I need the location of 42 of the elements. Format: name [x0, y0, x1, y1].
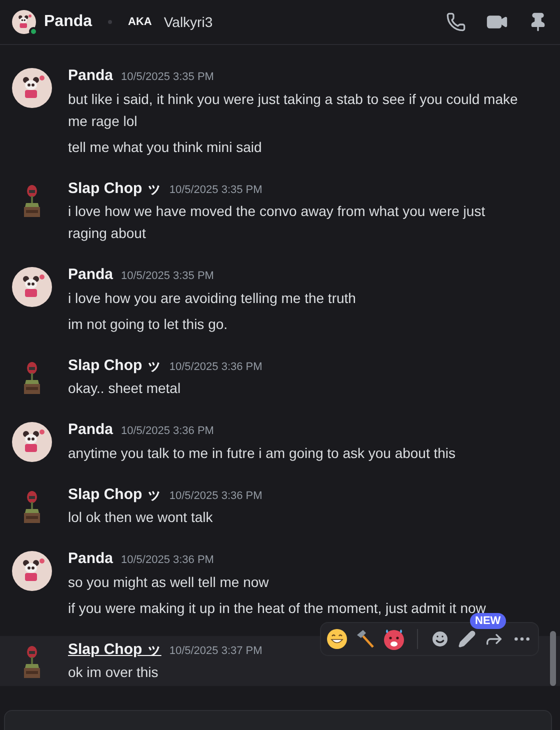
message-timestamp: 10/5/2025 3:37 PM [169, 644, 262, 658]
hammer-icon[interactable] [355, 629, 375, 649]
message-text: okay.. sheet metal [68, 379, 182, 398]
scrollbar-thumb[interactable] [550, 631, 556, 686]
panda-avatar[interactable] [12, 551, 52, 591]
panda-avatar[interactable] [12, 10, 36, 34]
message-timestamp: 10/5/2025 3:36 PM [169, 360, 262, 374]
author-name[interactable]: Slap Chop ッ [68, 484, 162, 506]
author-name[interactable]: Slap Chop ッ [68, 354, 162, 377]
panda-avatar[interactable] [12, 422, 52, 462]
message-timestamp: 10/5/2025 3:36 PM [121, 553, 214, 568]
new-badge: NEW [470, 613, 506, 629]
message-text: if you were making it up in the heat of the moment, just admit it now [68, 598, 487, 616]
author-name[interactable]: Panda [68, 548, 114, 570]
aka-name: Valkyri3 [164, 12, 213, 32]
edit-icon[interactable] [458, 630, 476, 648]
author-name[interactable]: Panda [68, 264, 114, 286]
message-text: ok im over this [68, 663, 160, 682]
add-reaction-icon[interactable] [430, 629, 450, 649]
author-name[interactable]: Panda [68, 419, 114, 442]
message-timestamp: 10/5/2025 3:36 PM [121, 424, 214, 439]
message-timestamp: 10/5/2025 3:35 PM [121, 269, 214, 284]
aka-label: AKA [128, 14, 152, 30]
author-name[interactable]: Slap Chop ッ [68, 638, 162, 661]
message-text: so you might as well tell me now [68, 572, 270, 592]
message-text: i love how you are avoiding telling me the truth [68, 288, 357, 308]
hot-face-emoji-icon[interactable] [383, 628, 405, 650]
message-text: im not going to let this go. [68, 314, 229, 334]
message-text: anytime you talk to me in futre i am going to ask you about this [68, 444, 457, 463]
panda-avatar[interactable] [12, 68, 52, 108]
message-timestamp: 10/5/2025 3:35 PM [169, 182, 262, 198]
message-timestamp: 10/5/2025 3:36 PM [169, 488, 262, 504]
message-text: lol ok then we wont talk [68, 508, 214, 527]
author-name[interactable]: Panda [68, 65, 114, 88]
message-text: i love how we have moved the convo away from what you were just raging about [68, 202, 486, 243]
panda-avatar[interactable] [12, 267, 52, 307]
message-timestamp: 10/5/2025 3:35 PM [121, 70, 214, 85]
call-icon[interactable] [446, 12, 466, 32]
grinning-emoji-icon[interactable] [327, 629, 347, 649]
contact-name: Panda [44, 12, 92, 32]
author-name[interactable]: Slap Chop ッ [68, 178, 162, 200]
message-text: tell me what you think mini said [68, 138, 263, 157]
